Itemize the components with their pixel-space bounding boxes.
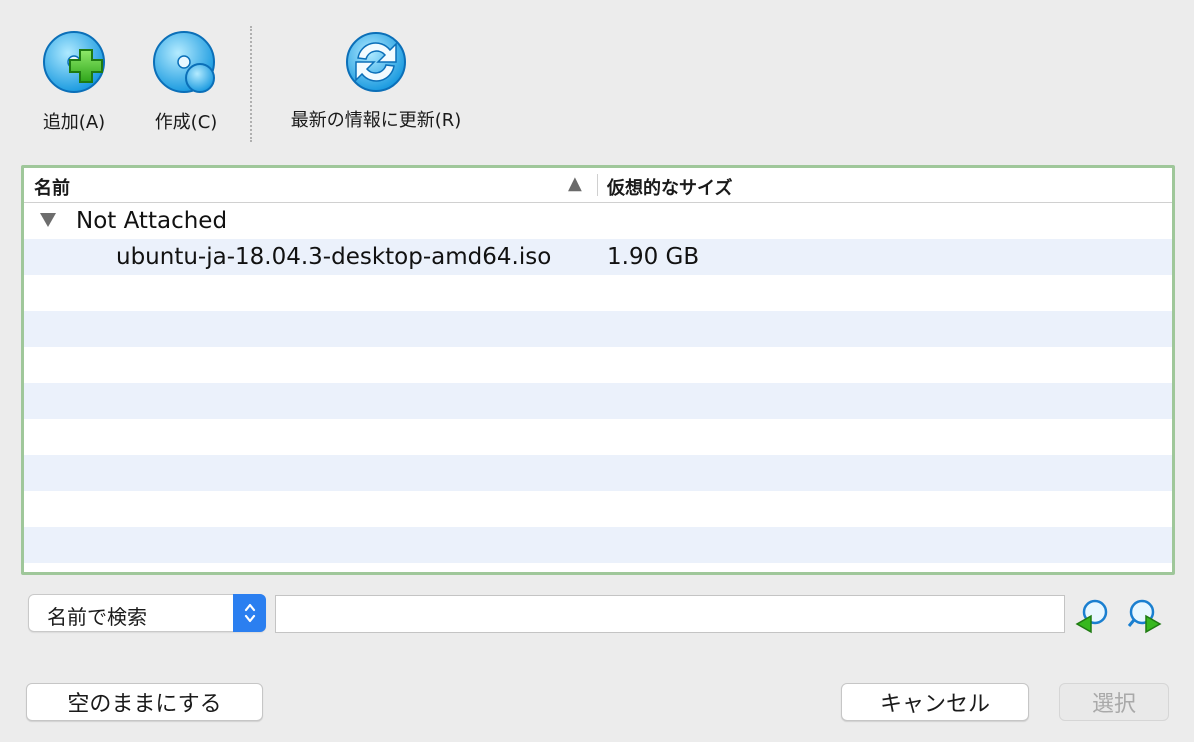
- disclosure-triangle-icon[interactable]: [40, 213, 56, 227]
- create-label: 作成(C): [154, 112, 218, 133]
- refresh-button[interactable]: 最新の情報に更新(R): [276, 28, 476, 132]
- create-disk-icon: [153, 31, 215, 93]
- file-name: ubuntu-ja-18.04.3-desktop-amd64.iso: [116, 244, 552, 270]
- empty-row: [24, 527, 1172, 563]
- file-size: 1.90 GB: [607, 244, 700, 270]
- search-next-icon[interactable]: [1126, 596, 1164, 634]
- search-previous-icon[interactable]: [1073, 596, 1111, 634]
- search-mode-label: 名前で検索: [47, 605, 147, 629]
- toolbar-separator: [250, 26, 252, 142]
- refresh-label: 最新の情報に更新(R): [290, 110, 462, 131]
- leave-empty-button[interactable]: 空のままにする: [26, 683, 263, 721]
- empty-row: [24, 455, 1172, 491]
- empty-row: [24, 491, 1172, 527]
- sort-ascending-icon: ▲: [568, 173, 582, 194]
- column-divider: [597, 174, 598, 196]
- empty-row: [24, 419, 1172, 455]
- add-button[interactable]: 追加(A): [33, 30, 115, 134]
- create-button[interactable]: 作成(C): [144, 30, 228, 134]
- empty-row: [24, 275, 1172, 311]
- add-disk-icon: [43, 31, 105, 93]
- list-header: 名前 ▲ 仮想的なサイズ: [24, 168, 1172, 203]
- table-row[interactable]: ubuntu-ja-18.04.3-desktop-amd64.iso 1.90…: [24, 239, 1172, 275]
- column-size-header[interactable]: 仮想的なサイズ: [607, 174, 732, 200]
- add-label: 追加(A): [42, 112, 106, 133]
- search-input[interactable]: [275, 595, 1065, 633]
- group-label: Not Attached: [76, 208, 228, 234]
- media-list[interactable]: 名前 ▲ 仮想的なサイズ Not Attached ubuntu-ja-18.0…: [21, 165, 1175, 575]
- group-row[interactable]: Not Attached: [24, 203, 1172, 239]
- empty-row: [24, 383, 1172, 419]
- empty-row: [24, 347, 1172, 383]
- cancel-button[interactable]: キャンセル: [841, 683, 1029, 721]
- select-stepper-icon[interactable]: [233, 594, 266, 632]
- column-name-header[interactable]: 名前: [34, 174, 70, 200]
- refresh-icon: [346, 32, 406, 92]
- choose-button[interactable]: 選択: [1059, 683, 1169, 721]
- empty-row: [24, 311, 1172, 347]
- search-mode-select[interactable]: 名前で検索: [28, 594, 266, 632]
